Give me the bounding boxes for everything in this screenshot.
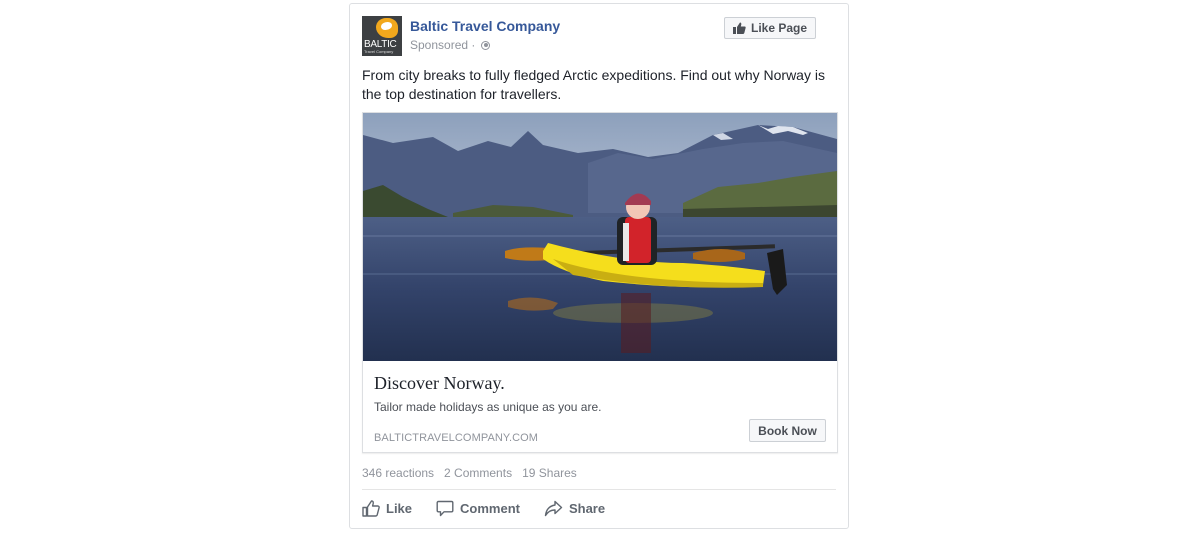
ad-headline[interactable]: Discover Norway. [374, 373, 505, 394]
sponsored-post: BALTIC Travel Company Baltic Travel Comp… [349, 3, 849, 529]
comments-count[interactable]: 2 Comments [444, 466, 512, 480]
post-text: From city breaks to fully fledged Arctic… [362, 67, 825, 102]
like-page-label: Like Page [750, 21, 808, 35]
reactions-count[interactable]: 346 reactions [362, 466, 434, 480]
speech-bubble-icon [436, 500, 454, 517]
share-arrow-icon [544, 500, 563, 517]
action-bar: Like Comment Share [362, 500, 629, 517]
engagement-stats: 346 reactions 2 Comments 19 Shares [362, 466, 577, 480]
shares-count[interactable]: 19 Shares [522, 466, 577, 480]
separator: · [471, 38, 476, 52]
ad-domain[interactable]: BALTICTRAVELCOMPANY.COM [374, 432, 538, 444]
comment-button[interactable]: Comment [436, 500, 520, 517]
logo-subtext: Travel Company [364, 49, 394, 54]
ad-image[interactable] [363, 113, 837, 361]
book-now-button[interactable]: Book Now [749, 419, 826, 442]
comment-label: Comment [460, 501, 520, 516]
share-button[interactable]: Share [544, 500, 605, 517]
thumbs-up-icon [732, 22, 746, 34]
sponsored-text: Sponsored [410, 38, 469, 52]
ad-card[interactable]: Discover Norway. Tailor made holidays as… [362, 112, 838, 453]
page-name-link[interactable]: Baltic Travel Company [410, 18, 560, 34]
globe-icon [480, 41, 490, 50]
page-avatar[interactable]: BALTIC Travel Company [362, 16, 402, 56]
divider [362, 489, 836, 490]
ad-description: Tailor made holidays as unique as you ar… [374, 400, 602, 414]
kayak-fjord-photo [363, 113, 837, 361]
like-button[interactable]: Like [362, 500, 412, 517]
share-label: Share [568, 501, 606, 516]
like-label: Like [386, 501, 413, 516]
like-page-button[interactable]: Like Page [724, 17, 816, 39]
post-header: BALTIC Travel Company Baltic Travel Comp… [362, 16, 836, 58]
thumbs-up-icon [362, 500, 380, 517]
sponsored-label[interactable]: Sponsored · [410, 38, 490, 52]
